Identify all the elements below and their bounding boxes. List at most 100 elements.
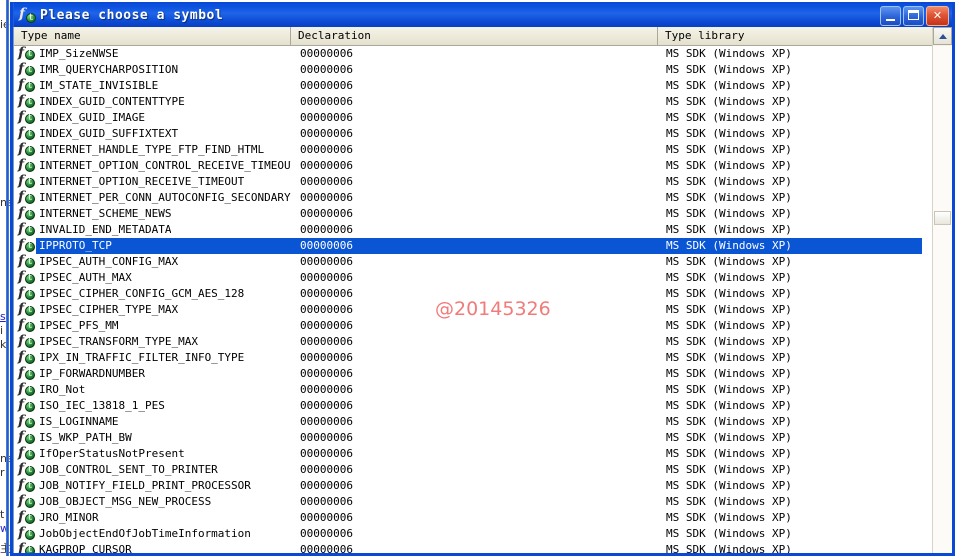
cell-type-name: fIPSEC_TRANSFORM_TYPE_MAX bbox=[14, 334, 291, 350]
function-symbol-icon: f bbox=[17, 478, 36, 494]
cell-declaration: 00000006 bbox=[300, 399, 353, 412]
cell-type-name: fIPSEC_PFS_MM bbox=[14, 318, 291, 334]
maximize-button[interactable] bbox=[903, 6, 924, 26]
table-row[interactable]: fJobObjectEndOfJobTimeInformation 0000000… bbox=[14, 526, 932, 542]
table-row[interactable]: fINTERNET_SCHEME_NEWS 00000006 MS SDK (Win… bbox=[14, 206, 932, 222]
cell-type-name: fINTERNET_PER_CONN_AUTOCONFIG_SECONDARY⋯ bbox=[14, 190, 291, 206]
table-row[interactable]: fINTERNET_OPTION_RECEIVE_TIMEOUT 00000006… bbox=[14, 174, 932, 190]
table-row[interactable]: fIRO_Not 00000006 MS SDK (Windows XP) bbox=[14, 382, 932, 398]
type-name-label: INTERNET_SCHEME_NEWS bbox=[39, 207, 172, 220]
table-row[interactable]: fINTERNET_OPTION_CONTROL_RECEIVE_TIMEOUT… bbox=[14, 158, 932, 174]
background-text-fragment: i bbox=[0, 324, 4, 337]
cell-type-name: fIMR_QUERYCHARPOSITION bbox=[14, 62, 291, 78]
cell-declaration: 00000006 bbox=[300, 239, 353, 252]
table-row[interactable]: fIMP_SizeNWSE 00000006 MS SDK (Windows XP) bbox=[14, 46, 932, 62]
type-name-label: IPSEC_PFS_MM bbox=[39, 319, 119, 332]
table-row[interactable]: fIMR_QUERYCHARPOSITION 00000006 MS SDK (Wi… bbox=[14, 62, 932, 78]
table-row[interactable]: fIPSEC_AUTH_MAX 00000006 MS SDK (Windows X… bbox=[14, 270, 932, 286]
table-row[interactable]: fISO_IEC_13818_1_PES 00000006 MS SDK (Wind… bbox=[14, 398, 932, 414]
cell-declaration: 00000006 bbox=[300, 335, 353, 348]
cell-type-library: MS SDK (Windows XP) bbox=[666, 303, 792, 316]
function-symbol-icon: f bbox=[17, 174, 36, 190]
cell-type-name: fISO_IEC_13818_1_PES bbox=[14, 398, 291, 414]
function-symbol-icon: f bbox=[17, 462, 36, 478]
cell-type-name: fJOB_CONTROL_SENT_TO_PRINTER bbox=[14, 462, 291, 478]
table-row[interactable]: fIPSEC_PFS_MM 00000006 MS SDK (Windows XP) bbox=[14, 318, 932, 334]
table-row[interactable]: fIPSEC_AUTH_CONFIG_MAX 00000006 MS SDK (Wi… bbox=[14, 254, 932, 270]
table-row[interactable]: fIPSEC_CIPHER_CONFIG_GCM_AES_128 00000006… bbox=[14, 286, 932, 302]
table-row[interactable]: fIfOperStatusNotPresent 00000006 MS SDK (W… bbox=[14, 446, 932, 462]
cell-declaration: 00000006 bbox=[300, 415, 353, 428]
type-name-label: IMP_SizeNWSE bbox=[39, 47, 119, 60]
dialog-title-bar[interactable]: f Please choose a symbol ✕ bbox=[13, 2, 952, 27]
function-symbol-icon: f bbox=[17, 78, 36, 94]
cell-type-library: MS SDK (Windows XP) bbox=[666, 271, 792, 284]
vertical-scrollbar[interactable] bbox=[932, 27, 952, 553]
function-symbol-icon: f bbox=[17, 302, 36, 318]
type-name-label: JOB_CONTROL_SENT_TO_PRINTER bbox=[39, 463, 218, 476]
minimize-button[interactable] bbox=[880, 6, 901, 26]
function-symbol-icon: f bbox=[17, 446, 36, 462]
table-row[interactable]: fIPSEC_CIPHER_TYPE_MAX 00000006 MS SDK (Wi… bbox=[14, 302, 932, 318]
cell-type-name: fINTERNET_SCHEME_NEWS bbox=[14, 206, 291, 222]
cell-declaration: 00000006 bbox=[300, 463, 353, 476]
table-row[interactable]: fIS_WKP_PATH_BW 00000006 MS SDK (Windows X… bbox=[14, 430, 932, 446]
scroll-up-arrow-icon[interactable] bbox=[933, 27, 952, 45]
function-symbol-icon: f bbox=[17, 222, 36, 238]
cell-type-library: MS SDK (Windows XP) bbox=[666, 383, 792, 396]
type-name-label: INTERNET_HANDLE_TYPE_FTP_FIND_HTML bbox=[39, 143, 265, 156]
table-row[interactable]: fJOB_CONTROL_SENT_TO_PRINTER 00000006 MS S… bbox=[14, 462, 932, 478]
symbol-list[interactable]: Type name Declaration Type library fIMP_… bbox=[14, 27, 932, 553]
table-row[interactable]: fINTERNET_PER_CONN_AUTOCONFIG_SECONDARY⋯… bbox=[14, 190, 932, 206]
type-name-label: INDEX_GUID_SUFFIXTEXT bbox=[39, 127, 179, 140]
function-symbol-icon: f bbox=[19, 6, 36, 24]
function-symbol-icon: f bbox=[17, 430, 36, 446]
cell-type-library: MS SDK (Windows XP) bbox=[666, 191, 792, 204]
table-row[interactable]: fJOB_NOTIFY_FIELD_PRINT_PROCESSOR 0000000… bbox=[14, 478, 932, 494]
table-row[interactable]: fJRO_MINOR 00000006 MS SDK (Windows XP) bbox=[14, 510, 932, 526]
cell-type-library: MS SDK (Windows XP) bbox=[666, 415, 792, 428]
table-row[interactable]: fINDEX_GUID_SUFFIXTEXT 00000006 MS SDK (Wi… bbox=[14, 126, 932, 142]
table-row[interactable]: fINVALID_END_METADATA 00000006 MS SDK (Win… bbox=[14, 222, 932, 238]
scrollbar-thumb[interactable] bbox=[934, 211, 951, 225]
column-header-declaration[interactable]: Declaration bbox=[291, 27, 658, 45]
table-row[interactable]: fIM_STATE_INVISIBLE 00000006 MS SDK (Windo… bbox=[14, 78, 932, 94]
cell-type-library: MS SDK (Windows XP) bbox=[666, 479, 792, 492]
table-row[interactable]: fINDEX_GUID_CONTENTTYPE 00000006 MS SDK (W… bbox=[14, 94, 932, 110]
cell-type-library: MS SDK (Windows XP) bbox=[666, 399, 792, 412]
cell-declaration: 00000006 bbox=[300, 495, 353, 508]
table-row[interactable]: fKAGPROP_CURSOR 00000006 MS SDK (Windows X… bbox=[14, 542, 932, 553]
table-row[interactable]: fIP_FORWARDNUMBER 00000006 MS SDK (Windows… bbox=[14, 366, 932, 382]
table-row[interactable]: fIPPROTO_TCP 00000006 MS SDK (Windows XP) bbox=[14, 238, 932, 254]
type-name-label: IM_STATE_INVISIBLE bbox=[39, 79, 159, 92]
table-row[interactable]: fINTERNET_HANDLE_TYPE_FTP_FIND_HTML 00000… bbox=[14, 142, 932, 158]
type-name-label: INTERNET_PER_CONN_AUTOCONFIG_SECONDARY⋯ bbox=[39, 191, 291, 204]
table-row[interactable]: fIPSEC_TRANSFORM_TYPE_MAX 00000006 MS SDK … bbox=[14, 334, 932, 350]
cell-declaration: 00000006 bbox=[300, 79, 353, 92]
column-header-type-name[interactable]: Type name bbox=[14, 27, 291, 45]
function-symbol-icon: f bbox=[17, 110, 36, 126]
cell-type-library: MS SDK (Windows XP) bbox=[666, 207, 792, 220]
function-symbol-icon: f bbox=[17, 46, 36, 62]
cell-declaration: 00000006 bbox=[300, 207, 353, 220]
table-row[interactable]: fINDEX_GUID_IMAGE 00000006 MS SDK (Windows… bbox=[14, 110, 932, 126]
cell-type-library: MS SDK (Windows XP) bbox=[666, 287, 792, 300]
type-name-label: IPSEC_CIPHER_TYPE_MAX bbox=[39, 303, 179, 316]
close-icon: ✕ bbox=[932, 9, 943, 22]
cell-type-library: MS SDK (Windows XP) bbox=[666, 335, 792, 348]
cell-type-library: MS SDK (Windows XP) bbox=[666, 143, 792, 156]
column-header-type-library[interactable]: Type library bbox=[658, 27, 932, 45]
cell-declaration: 00000006 bbox=[300, 479, 353, 492]
function-symbol-icon: f bbox=[17, 142, 36, 158]
symbol-list-area: Type name Declaration Type library fIMP_… bbox=[13, 27, 952, 553]
table-row[interactable]: fIS_LOGINNAME 00000006 MS SDK (Windows XP) bbox=[14, 414, 932, 430]
background-text-fragment: t bbox=[0, 508, 5, 521]
close-button[interactable]: ✕ bbox=[926, 6, 949, 26]
table-row[interactable]: fJOB_OBJECT_MSG_NEW_PROCESS 00000006 MS SD… bbox=[14, 494, 932, 510]
cell-declaration: 00000006 bbox=[300, 383, 353, 396]
cell-type-library: MS SDK (Windows XP) bbox=[666, 223, 792, 236]
table-row[interactable]: fIPX_IN_TRAFFIC_FILTER_INFO_TYPE 00000006… bbox=[14, 350, 932, 366]
scrollbar-track[interactable] bbox=[933, 46, 952, 553]
cell-declaration: 00000006 bbox=[300, 255, 353, 268]
type-name-label: ISO_IEC_13818_1_PES bbox=[39, 399, 165, 412]
